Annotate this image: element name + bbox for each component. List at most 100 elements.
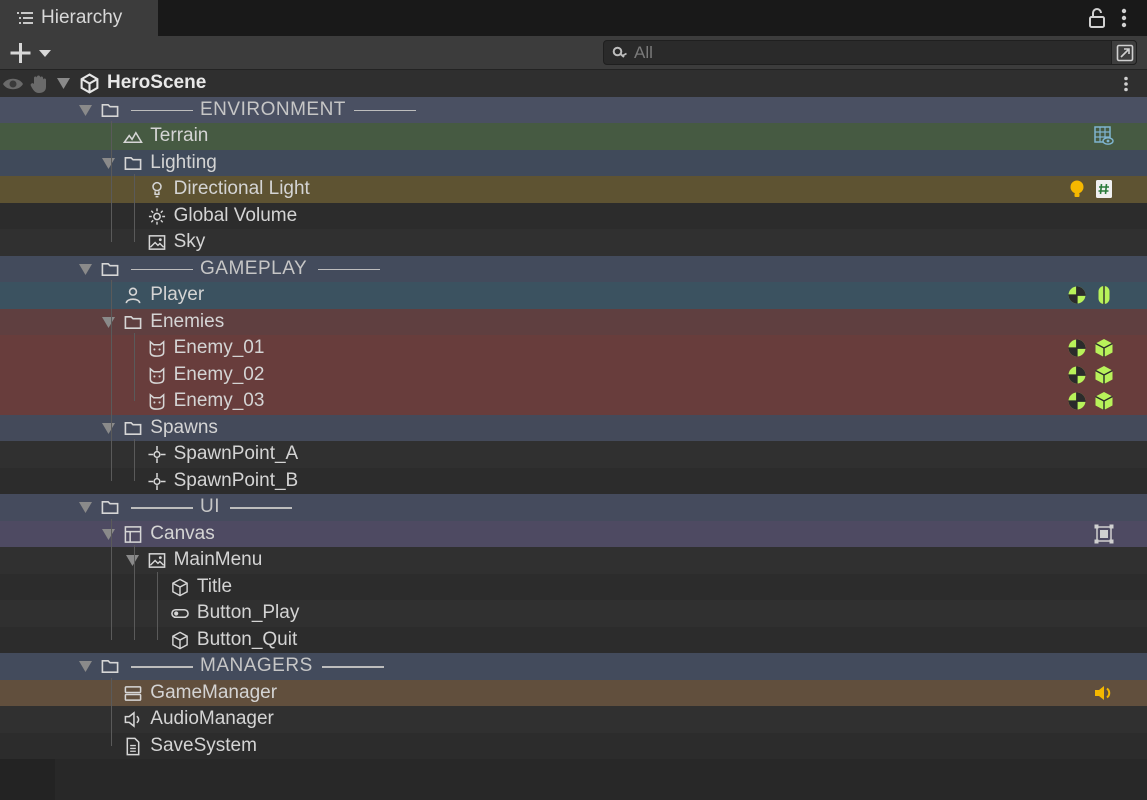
box-collider-icon[interactable]: [1094, 391, 1114, 411]
capsule-collider-icon[interactable]: [1094, 285, 1114, 305]
hierarchy-item-enemy-01[interactable]: Enemy_01: [0, 335, 1147, 362]
rigidbody-icon[interactable]: [1067, 391, 1087, 411]
tab-menu-icon[interactable]: [1117, 7, 1131, 29]
header-label: ENVIRONMENT: [200, 98, 346, 120]
item-label: Button_Play: [196, 602, 300, 623]
item-label: GameManager: [150, 681, 278, 703]
header-divider-left: [131, 666, 193, 668]
item-label: Directional Light: [173, 178, 310, 199]
list-icon: [17, 12, 33, 24]
scene-name: HeroScene: [107, 72, 207, 93]
hierarchy-item-terrain[interactable]: Terrain: [0, 123, 1147, 150]
hierarchy-item-enemy-03[interactable]: Enemy_03: [0, 388, 1147, 415]
server-icon: [124, 685, 142, 701]
item-label: Enemy_03: [173, 390, 265, 411]
rigidbody-icon[interactable]: [1067, 285, 1087, 305]
hierarchy-item-directional-light[interactable]: Directional Light: [0, 176, 1147, 203]
hierarchy-item-spawnpoint-a[interactable]: SpawnPoint_A: [0, 441, 1147, 468]
header-label: MANAGERS: [200, 655, 313, 676]
tree-guide-line: [111, 677, 112, 746]
lock-icon[interactable]: [1087, 7, 1107, 29]
scene-menu-icon[interactable]: [1121, 76, 1131, 92]
item-label: Sky: [173, 231, 206, 252]
hierarchy-item-button-quit[interactable]: Button_Quit: [0, 626, 1147, 653]
rigidbody-icon[interactable]: [1067, 365, 1087, 385]
toggle-icon: [171, 608, 189, 619]
hierarchy-header-gameplay[interactable]: GAMEPLAY: [0, 255, 1147, 282]
expand-arrow-icon[interactable]: [102, 422, 116, 434]
hierarchy-item-button-play[interactable]: Button_Play: [0, 600, 1147, 627]
tab-hierarchy[interactable]: Hierarchy: [0, 0, 158, 36]
script-icon[interactable]: [1094, 179, 1114, 199]
folder-icon: [124, 421, 142, 435]
tree-guide-line: [134, 545, 135, 640]
folder-icon: [101, 659, 119, 674]
expand-arrow-icon[interactable]: [57, 78, 70, 89]
hierarchy-item-mainmenu[interactable]: MainMenu: [0, 547, 1147, 574]
visibility-eye-icon[interactable]: [2, 76, 24, 92]
hierarchy-item-spawns[interactable]: Spawns: [0, 414, 1147, 441]
open-window-icon: [1116, 44, 1134, 62]
expand-arrow-icon[interactable]: [79, 104, 92, 116]
search-expand-button[interactable]: [1111, 40, 1137, 65]
pickability-hand-icon[interactable]: [29, 74, 49, 94]
hierarchy-header-managers[interactable]: MANAGERS: [0, 653, 1147, 680]
bulb-icon[interactable]: [1067, 179, 1087, 199]
cube-outline-icon: [172, 578, 188, 596]
rect-transform-icon[interactable]: [1094, 524, 1114, 544]
hierarchy-header-ui[interactable]: UI: [0, 494, 1147, 521]
hierarchy-item-lighting[interactable]: Lighting: [0, 149, 1147, 176]
header-divider-right: [318, 268, 380, 270]
hierarchy-tree: HeroScene ENVIRONMENT Terrain Lighting Direc…: [0, 70, 1147, 800]
document-icon: [126, 737, 140, 755]
terrain-visibility-icon[interactable]: [1094, 126, 1114, 146]
expand-arrow-icon[interactable]: [79, 502, 92, 513]
hierarchy-item-sky[interactable]: Sky: [0, 229, 1147, 256]
rigidbody-icon[interactable]: [1067, 338, 1087, 358]
header-divider-right: [230, 507, 292, 509]
hierarchy-item-title[interactable]: Title: [0, 573, 1147, 600]
tree-guide-line: [111, 280, 112, 481]
person-icon: [125, 287, 141, 304]
header-divider-right: [322, 666, 384, 668]
hierarchy-item-savesystem[interactable]: SaveSystem: [0, 732, 1147, 759]
hierarchy-item-enemies[interactable]: Enemies: [0, 308, 1147, 335]
expand-arrow-icon[interactable]: [102, 528, 116, 540]
search-field[interactable]: [603, 40, 1137, 65]
box-collider-icon[interactable]: [1094, 365, 1114, 385]
tree-guide-line: [134, 174, 135, 243]
box-collider-icon[interactable]: [1094, 338, 1114, 358]
hierarchy-item-player[interactable]: Player: [0, 282, 1147, 309]
audio-source-icon[interactable]: [1094, 683, 1114, 703]
hierarchy-header-environment[interactable]: ENVIRONMENT: [0, 96, 1147, 123]
item-label: SpawnPoint_B: [173, 469, 299, 491]
hierarchy-item-gamemanager[interactable]: GameManager: [0, 679, 1147, 706]
image-icon: [148, 553, 165, 568]
scene-row[interactable]: HeroScene: [0, 70, 1147, 97]
tab-title: Hierarchy: [41, 7, 123, 28]
add-button[interactable]: [8, 41, 54, 65]
expand-arrow-icon[interactable]: [79, 661, 92, 672]
folder-icon: [124, 156, 142, 170]
hierarchy-item-spawnpoint-b[interactable]: SpawnPoint_B: [0, 467, 1147, 494]
volume-icon: [148, 207, 165, 225]
expand-arrow-icon[interactable]: [79, 263, 92, 275]
spawn-point-icon: [148, 472, 166, 490]
item-label: SpawnPoint_A: [173, 443, 299, 464]
hierarchy-item-audiomanager[interactable]: AudioManager: [0, 706, 1147, 733]
hierarchy-item-enemy-02[interactable]: Enemy_02: [0, 361, 1147, 388]
item-label: AudioManager: [150, 708, 274, 729]
item-label: Global Volume: [173, 204, 298, 226]
hierarchy-item-global-volume[interactable]: Global Volume: [0, 202, 1147, 229]
expand-arrow-icon[interactable]: [125, 555, 139, 566]
expand-arrow-icon[interactable]: [102, 157, 116, 169]
hierarchy-item-canvas[interactable]: Canvas: [0, 520, 1147, 547]
item-label: Enemy_02: [173, 363, 265, 385]
item-label: Button_Quit: [196, 628, 298, 650]
expand-arrow-icon[interactable]: [102, 316, 116, 328]
tree-guide-line: [134, 333, 135, 402]
header-divider-left: [131, 109, 193, 111]
search-input[interactable]: [634, 41, 1104, 64]
item-label: MainMenu: [173, 549, 263, 570]
tree-guide-line: [111, 518, 112, 640]
